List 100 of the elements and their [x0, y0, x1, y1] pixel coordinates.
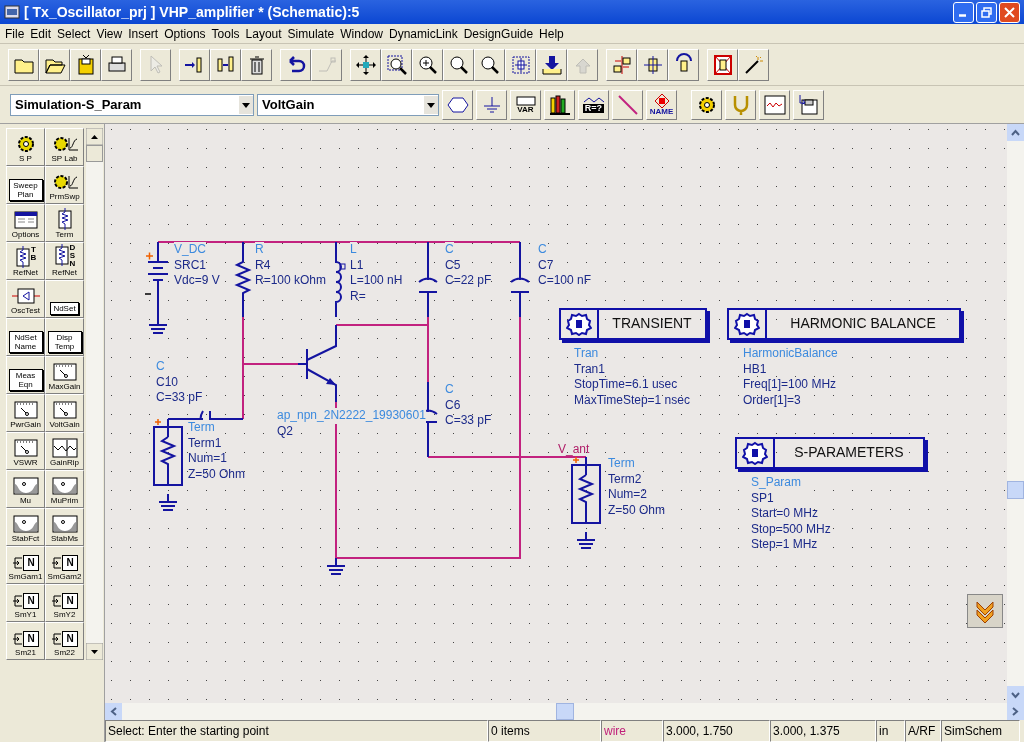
- menu-item[interactable]: Simulate: [284, 24, 338, 43]
- toolbar-button[interactable]: VAR: [510, 89, 541, 120]
- menu-item[interactable]: Help: [536, 24, 567, 43]
- status-field: 0 items: [488, 720, 601, 742]
- palette-button[interactable]: SP Lab: [45, 128, 84, 166]
- palette-button[interactable]: N SmGam2: [45, 546, 84, 584]
- palette-dropdown[interactable]: Simulation-S_Param: [10, 93, 254, 116]
- toolbar-button[interactable]: [179, 48, 210, 81]
- scroll-thumb[interactable]: [1007, 481, 1024, 499]
- toolbar-button[interactable]: [350, 48, 381, 81]
- palette-label: SmGam2: [47, 572, 82, 581]
- controller-title: S-PARAMETERS: [793, 443, 905, 463]
- component-parameter: C=33 pF: [445, 413, 492, 429]
- palette-label: RefNet: [13, 268, 38, 277]
- toolbar-button[interactable]: [474, 48, 505, 81]
- palette-button[interactable]: StabFct: [6, 508, 45, 546]
- palette-button[interactable]: NdSet: [45, 280, 84, 318]
- palette-button[interactable]: N SmY2: [45, 584, 84, 622]
- maximize-icon: [981, 6, 992, 18]
- toolbar-button[interactable]: [443, 48, 474, 81]
- palette-button[interactable]: MaxGain: [45, 356, 84, 394]
- menu-item[interactable]: Tools: [208, 24, 243, 43]
- expand-button[interactable]: [967, 594, 1003, 628]
- menu-item[interactable]: Options: [161, 24, 209, 43]
- palette-box-label: Meas Eqn: [8, 369, 43, 391]
- toolbar-button[interactable]: [505, 48, 536, 81]
- palette-button[interactable]: OscTest: [6, 280, 45, 318]
- component-parameter: Stop=500 MHz: [751, 521, 831, 537]
- palette-button[interactable]: Sweep Plan: [6, 166, 45, 204]
- ground-symbol: [326, 557, 346, 575]
- component-parameter: Num=1: [188, 451, 229, 467]
- palette-button[interactable]: GainRip: [45, 432, 84, 470]
- toolbar-button[interactable]: [39, 48, 70, 81]
- gear-icon: [742, 441, 768, 465]
- toolbar-button[interactable]: [412, 48, 443, 81]
- palette-scrollbar[interactable]: [86, 128, 103, 660]
- well-icon: [10, 476, 41, 496]
- toolbar-button[interactable]: [280, 48, 311, 81]
- toolbar-button[interactable]: [381, 48, 412, 81]
- toolbar-button[interactable]: [793, 89, 824, 120]
- menu-item[interactable]: Select: [54, 24, 94, 43]
- palette-button[interactable]: N SmGam1: [6, 546, 45, 584]
- palette-button[interactable]: Options: [6, 204, 45, 242]
- palette-button[interactable]: N Sm22: [45, 622, 84, 660]
- nport-box: N: [62, 555, 78, 571]
- menu-item[interactable]: File: [2, 24, 28, 43]
- toolbar-button[interactable]: [536, 48, 567, 81]
- menu-item[interactable]: View: [93, 24, 126, 43]
- component-name: R4: [255, 257, 272, 273]
- component-name: Tran1: [574, 361, 606, 377]
- horizontal-scrollbar[interactable]: [105, 703, 1024, 720]
- component-dropdown-value: VoltGain: [261, 95, 316, 114]
- palette-button[interactable]: Mu: [6, 470, 45, 508]
- menu-item[interactable]: Insert: [125, 24, 162, 43]
- palette-button[interactable]: PwrGain: [6, 394, 45, 432]
- palette-button[interactable]: VoltGain: [45, 394, 84, 432]
- palette-button[interactable]: Term: [45, 204, 84, 242]
- menu-item[interactable]: DynamicLink: [386, 24, 461, 43]
- toolbar-button[interactable]: [637, 48, 668, 81]
- component-dropdown[interactable]: VoltGain: [257, 93, 439, 116]
- schematic-canvas[interactable]: [105, 124, 1007, 703]
- palette-button[interactable]: TB RefNet: [6, 242, 45, 280]
- menu-item[interactable]: DesignGuide: [460, 24, 537, 43]
- component-parameter: Z=50 Ohm: [608, 502, 666, 518]
- palette-label: Mu: [19, 496, 32, 505]
- diamond-icon: [653, 93, 670, 108]
- palette-button[interactable]: Meas Eqn: [6, 356, 45, 394]
- scroll-thumb[interactable]: [86, 145, 103, 162]
- palette-button[interactable]: VSWR: [6, 432, 45, 470]
- menu-item[interactable]: Window: [337, 24, 386, 43]
- well-icon: [49, 514, 80, 534]
- palette-button[interactable]: S P: [6, 128, 45, 166]
- minimize-button[interactable]: [953, 1, 974, 23]
- toolbar-button[interactable]: NAME: [646, 89, 677, 120]
- display-icon: [515, 95, 536, 106]
- menu-item[interactable]: Edit: [27, 24, 55, 43]
- palette-button[interactable]: N SmY1: [6, 584, 45, 622]
- palette-button[interactable]: MuPrim: [45, 470, 84, 508]
- palette-button[interactable]: NdSet Name: [6, 318, 45, 356]
- palette-button[interactable]: Disp Temp: [45, 318, 84, 356]
- zoom-box-icon: [384, 52, 409, 77]
- palette-button[interactable]: StabMs: [45, 508, 84, 546]
- toolbar-button[interactable]: [668, 48, 699, 81]
- scroll-thumb[interactable]: [555, 703, 574, 720]
- toolbar-button[interactable]: [70, 48, 101, 81]
- toolbar-button[interactable]: [544, 89, 575, 120]
- palette-button[interactable]: DSN RefNet: [45, 242, 84, 280]
- toolbar-button[interactable]: [101, 48, 132, 81]
- controller-title: HARMONIC BALANCE: [789, 314, 937, 334]
- palette-button[interactable]: PrmSwp: [45, 166, 84, 204]
- palette-button[interactable]: N Sm21: [6, 622, 45, 660]
- menu-item[interactable]: Layout: [242, 24, 285, 43]
- vertical-scrollbar[interactable]: [1007, 124, 1024, 703]
- close-button[interactable]: [999, 1, 1020, 23]
- toolbar-button[interactable]: [691, 89, 722, 120]
- toolbar-button[interactable]: R=?: [578, 89, 609, 120]
- component-type-label: C: [445, 382, 454, 398]
- toolbar-button[interactable]: [738, 48, 769, 81]
- maximize-button[interactable]: [976, 1, 997, 23]
- status-field: in: [876, 720, 905, 742]
